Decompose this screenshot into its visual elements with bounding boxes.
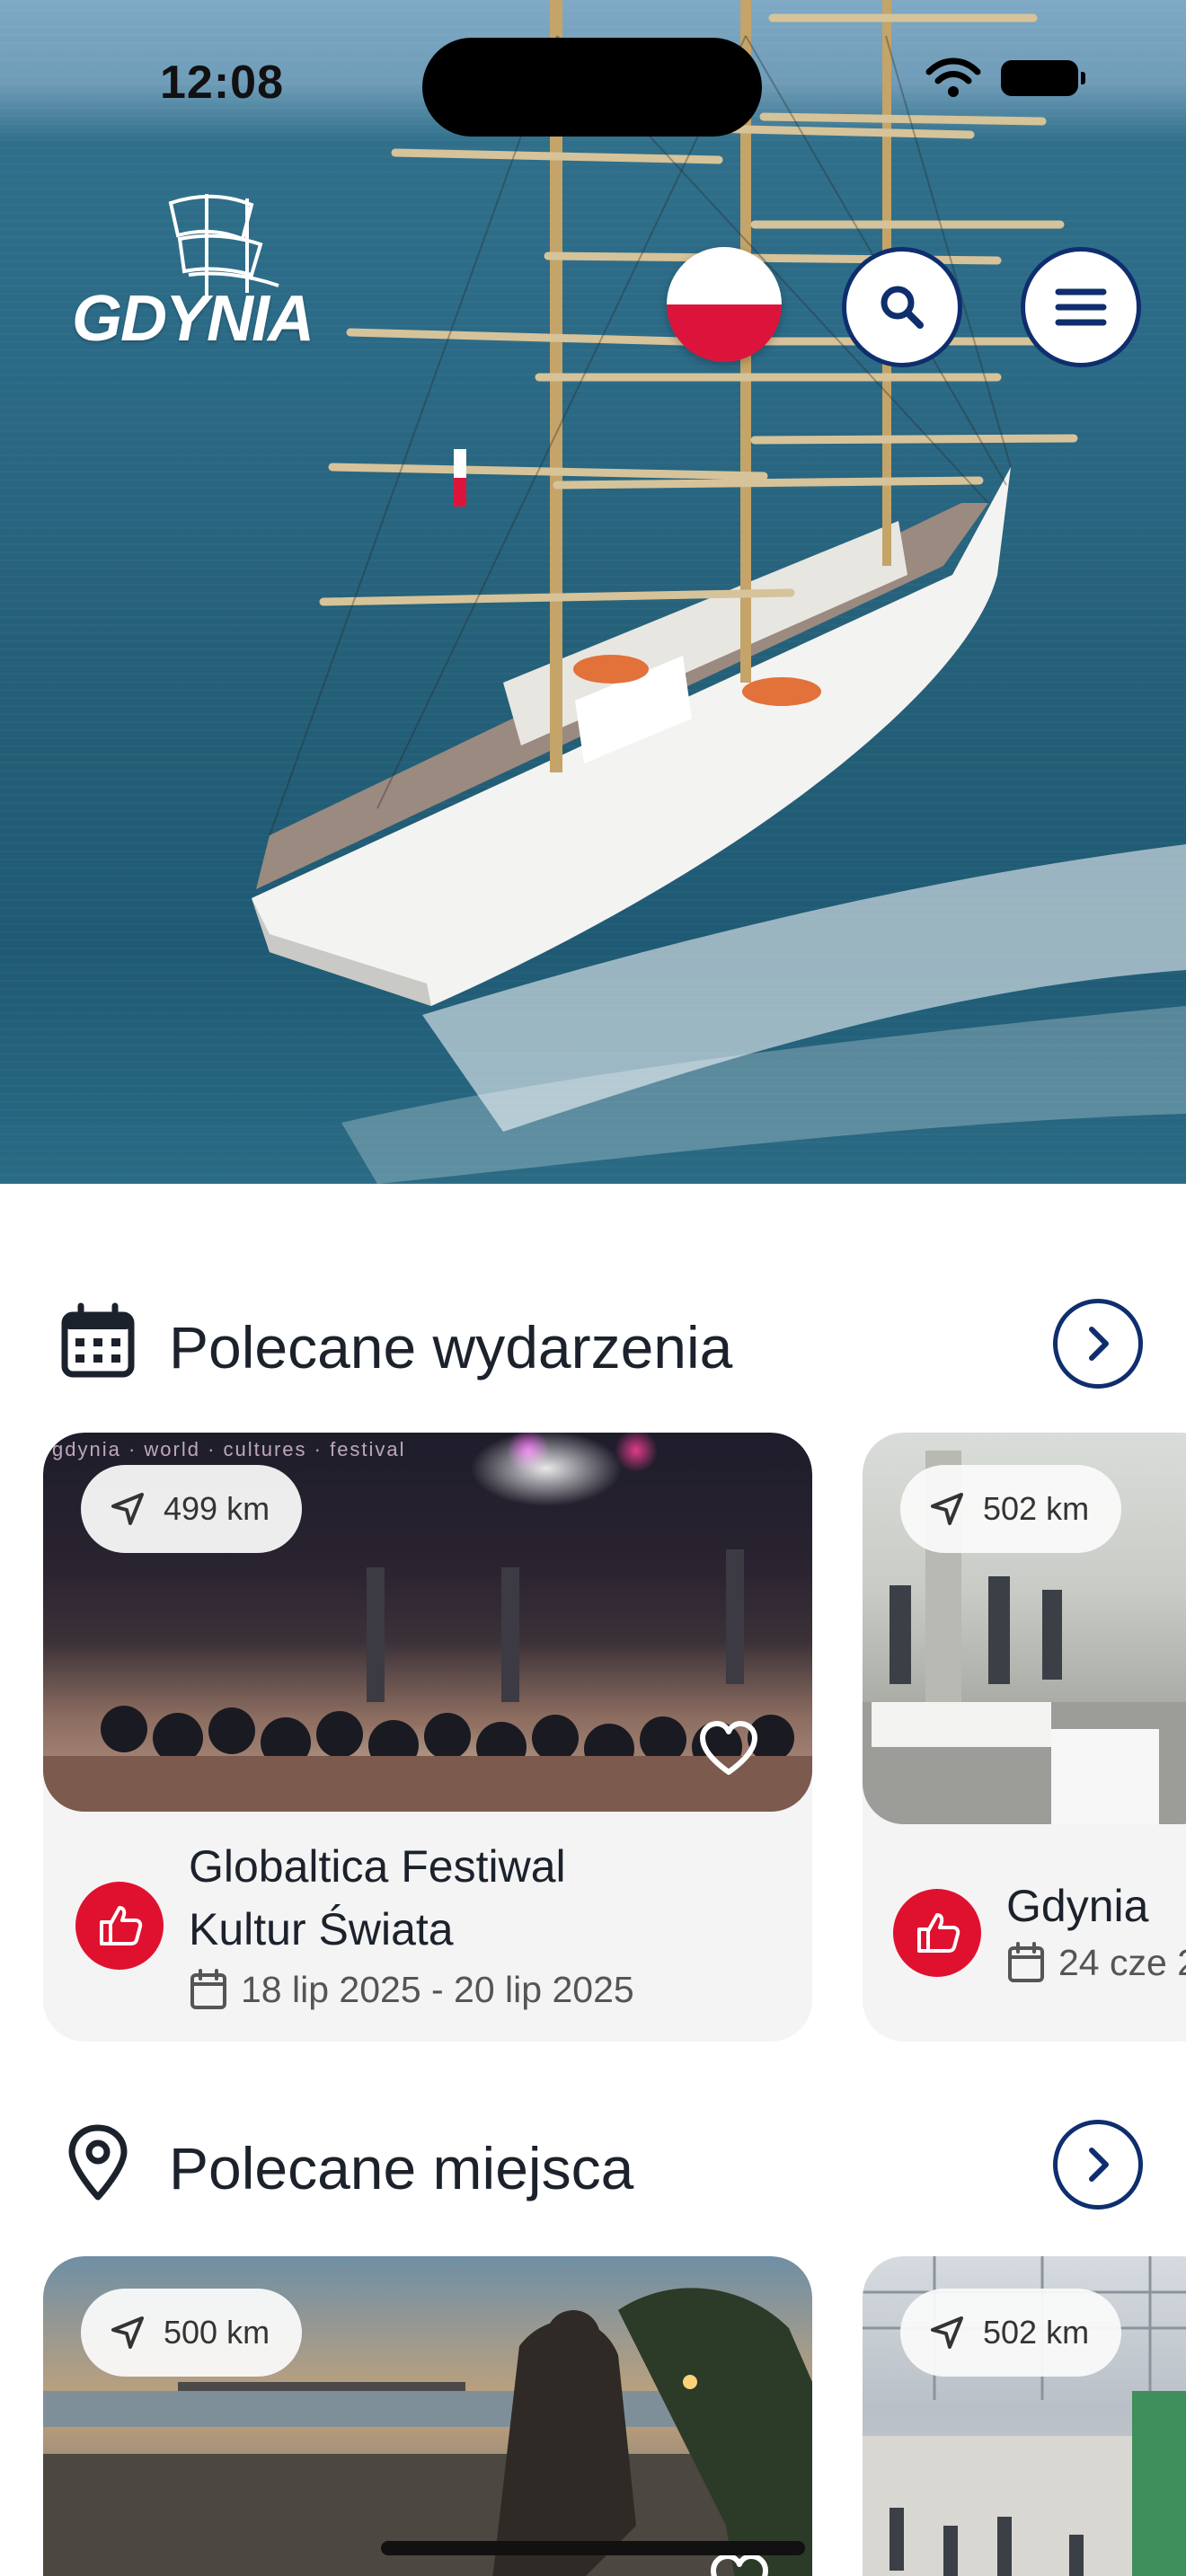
search-button[interactable] <box>842 247 962 367</box>
navigation-arrow-icon <box>931 1493 963 1525</box>
event-title-line1: Globaltica Festiwal <box>189 1841 566 1892</box>
recommended-badge <box>75 1882 164 1970</box>
distance-text: 502 km <box>983 2314 1090 2351</box>
event-card-image: gdynia · world · cultures · festival 499… <box>43 1433 812 1812</box>
events-see-all-button[interactable] <box>1053 1299 1143 1389</box>
calendar-small-icon <box>190 1969 226 2009</box>
calendar-small-icon <box>1008 1942 1044 1982</box>
place-card[interactable]: 502 km <box>863 2256 1186 2576</box>
dynamic-island <box>422 38 762 137</box>
favorite-heart-icon[interactable] <box>697 1718 760 1781</box>
events-section-title: Polecane wydarzenia <box>169 1314 733 1381</box>
distance-badge: 499 km <box>81 1465 303 1553</box>
thumbs-up-icon <box>917 1913 960 1953</box>
place-card-image: 500 km <box>43 2256 812 2576</box>
event-title-line1: Gdynia <box>1006 1881 1149 1931</box>
tall-ship-illustration <box>252 0 1186 1184</box>
navigation-arrow-icon <box>111 1493 144 1525</box>
navigation-arrow-icon <box>931 2316 963 2349</box>
event-card[interactable]: 502 km Gdynia 24 cze 2 <box>863 1433 1186 2042</box>
places-see-all-button[interactable] <box>1053 2120 1143 2210</box>
calendar-icon <box>61 1302 135 1378</box>
gdynia-logo[interactable]: GDYNIA <box>72 185 323 365</box>
menu-icon <box>1055 288 1107 326</box>
navigation-arrow-icon <box>111 2316 144 2349</box>
distance-text: 502 km <box>983 1490 1090 1527</box>
distance-text: 500 km <box>164 2314 270 2351</box>
places-section-title: Polecane miejsca <box>169 2135 634 2201</box>
status-time: 12:08 <box>160 57 284 109</box>
search-icon <box>881 286 924 329</box>
hero-image: 12:08 GDYNIA <box>0 0 1186 1184</box>
chevron-right-icon <box>1089 2148 1109 2182</box>
event-date-text: 24 cze 2 <box>1058 1941 1186 1983</box>
map-pin-icon <box>68 2124 128 2201</box>
logo-text: GDYNIA <box>72 283 314 355</box>
battery-icon <box>1001 60 1085 96</box>
app-screen: 12:08 GDYNIA Polecane wydarzenia gdynia … <box>0 0 1186 2576</box>
place-card-image: 502 km <box>863 2256 1186 2576</box>
language-flag-button[interactable] <box>667 247 782 362</box>
places-section-header: Polecane miejsca <box>0 2113 1186 2211</box>
status-icons <box>925 57 1085 99</box>
event-date: 18 lip 2025 - 20 lip 2025 <box>189 1968 634 2011</box>
event-title-line2: Kultur Świata <box>189 1904 454 1954</box>
wifi-icon <box>925 57 981 97</box>
recommended-badge <box>893 1889 981 1977</box>
place-card[interactable]: 500 km <box>43 2256 812 2576</box>
thumbs-up-icon <box>100 1906 143 1945</box>
distance-text: 499 km <box>164 1490 270 1527</box>
home-indicator[interactable] <box>381 2541 805 2555</box>
event-date: 24 cze 2 <box>1006 1941 1186 1984</box>
chevron-right-icon <box>1089 1327 1109 1361</box>
menu-button[interactable] <box>1021 247 1141 367</box>
distance-badge: 500 km <box>81 2289 303 2377</box>
event-date-text: 18 lip 2025 - 20 lip 2025 <box>241 1968 634 2010</box>
event-card-image: 502 km <box>863 1433 1186 1824</box>
distance-badge: 502 km <box>900 2289 1122 2377</box>
event-card[interactable]: gdynia · world · cultures · festival 499… <box>43 1433 812 2042</box>
distance-badge: 502 km <box>900 1465 1122 1553</box>
events-section-header: Polecane wydarzenia <box>0 1292 1186 1390</box>
